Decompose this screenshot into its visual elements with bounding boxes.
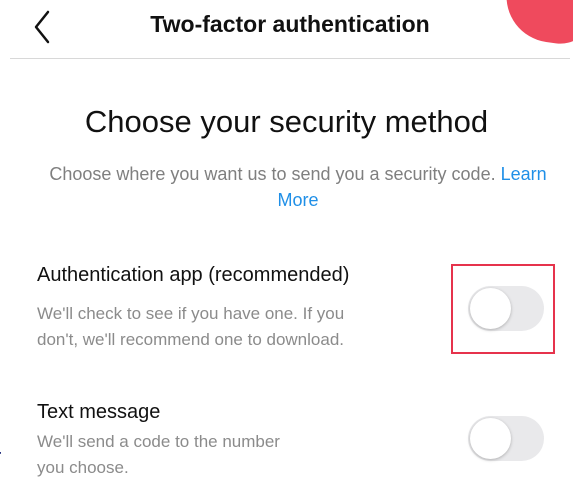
edge-text-fragment: r <box>0 444 1 470</box>
option-text-message-description-line1: We'll send a code to the number <box>37 432 280 451</box>
option-text-message-description-line2: you choose. <box>37 458 129 477</box>
toggle-knob <box>470 418 511 459</box>
option-text-message-description: We'll send a code to the number you choo… <box>37 429 280 481</box>
option-text-message-title: Text message <box>37 401 161 423</box>
page-title: Choose your security method <box>84 104 489 139</box>
option-auth-app-description-line1: We'll check to see if you have one. If y… <box>37 304 345 323</box>
header-title: Two-factor authentication <box>150 11 430 37</box>
header-bar: Two-factor authentication <box>10 0 570 59</box>
option-auth-app-description: We'll check to see if you have one. If y… <box>37 301 344 353</box>
highlight-box <box>451 264 555 354</box>
option-auth-app-title: Authentication app (recommended) <box>37 264 350 286</box>
screen: Two-factor authentication Choose your se… <box>0 0 573 488</box>
option-auth-app-description-line2: don't, we'll recommend one to download. <box>37 330 345 349</box>
text-message-toggle[interactable] <box>468 416 544 461</box>
subtitle-text: Choose where you want us to send you a s… <box>49 164 496 184</box>
page-subtitle: Choose where you want us to send you a s… <box>40 161 556 213</box>
